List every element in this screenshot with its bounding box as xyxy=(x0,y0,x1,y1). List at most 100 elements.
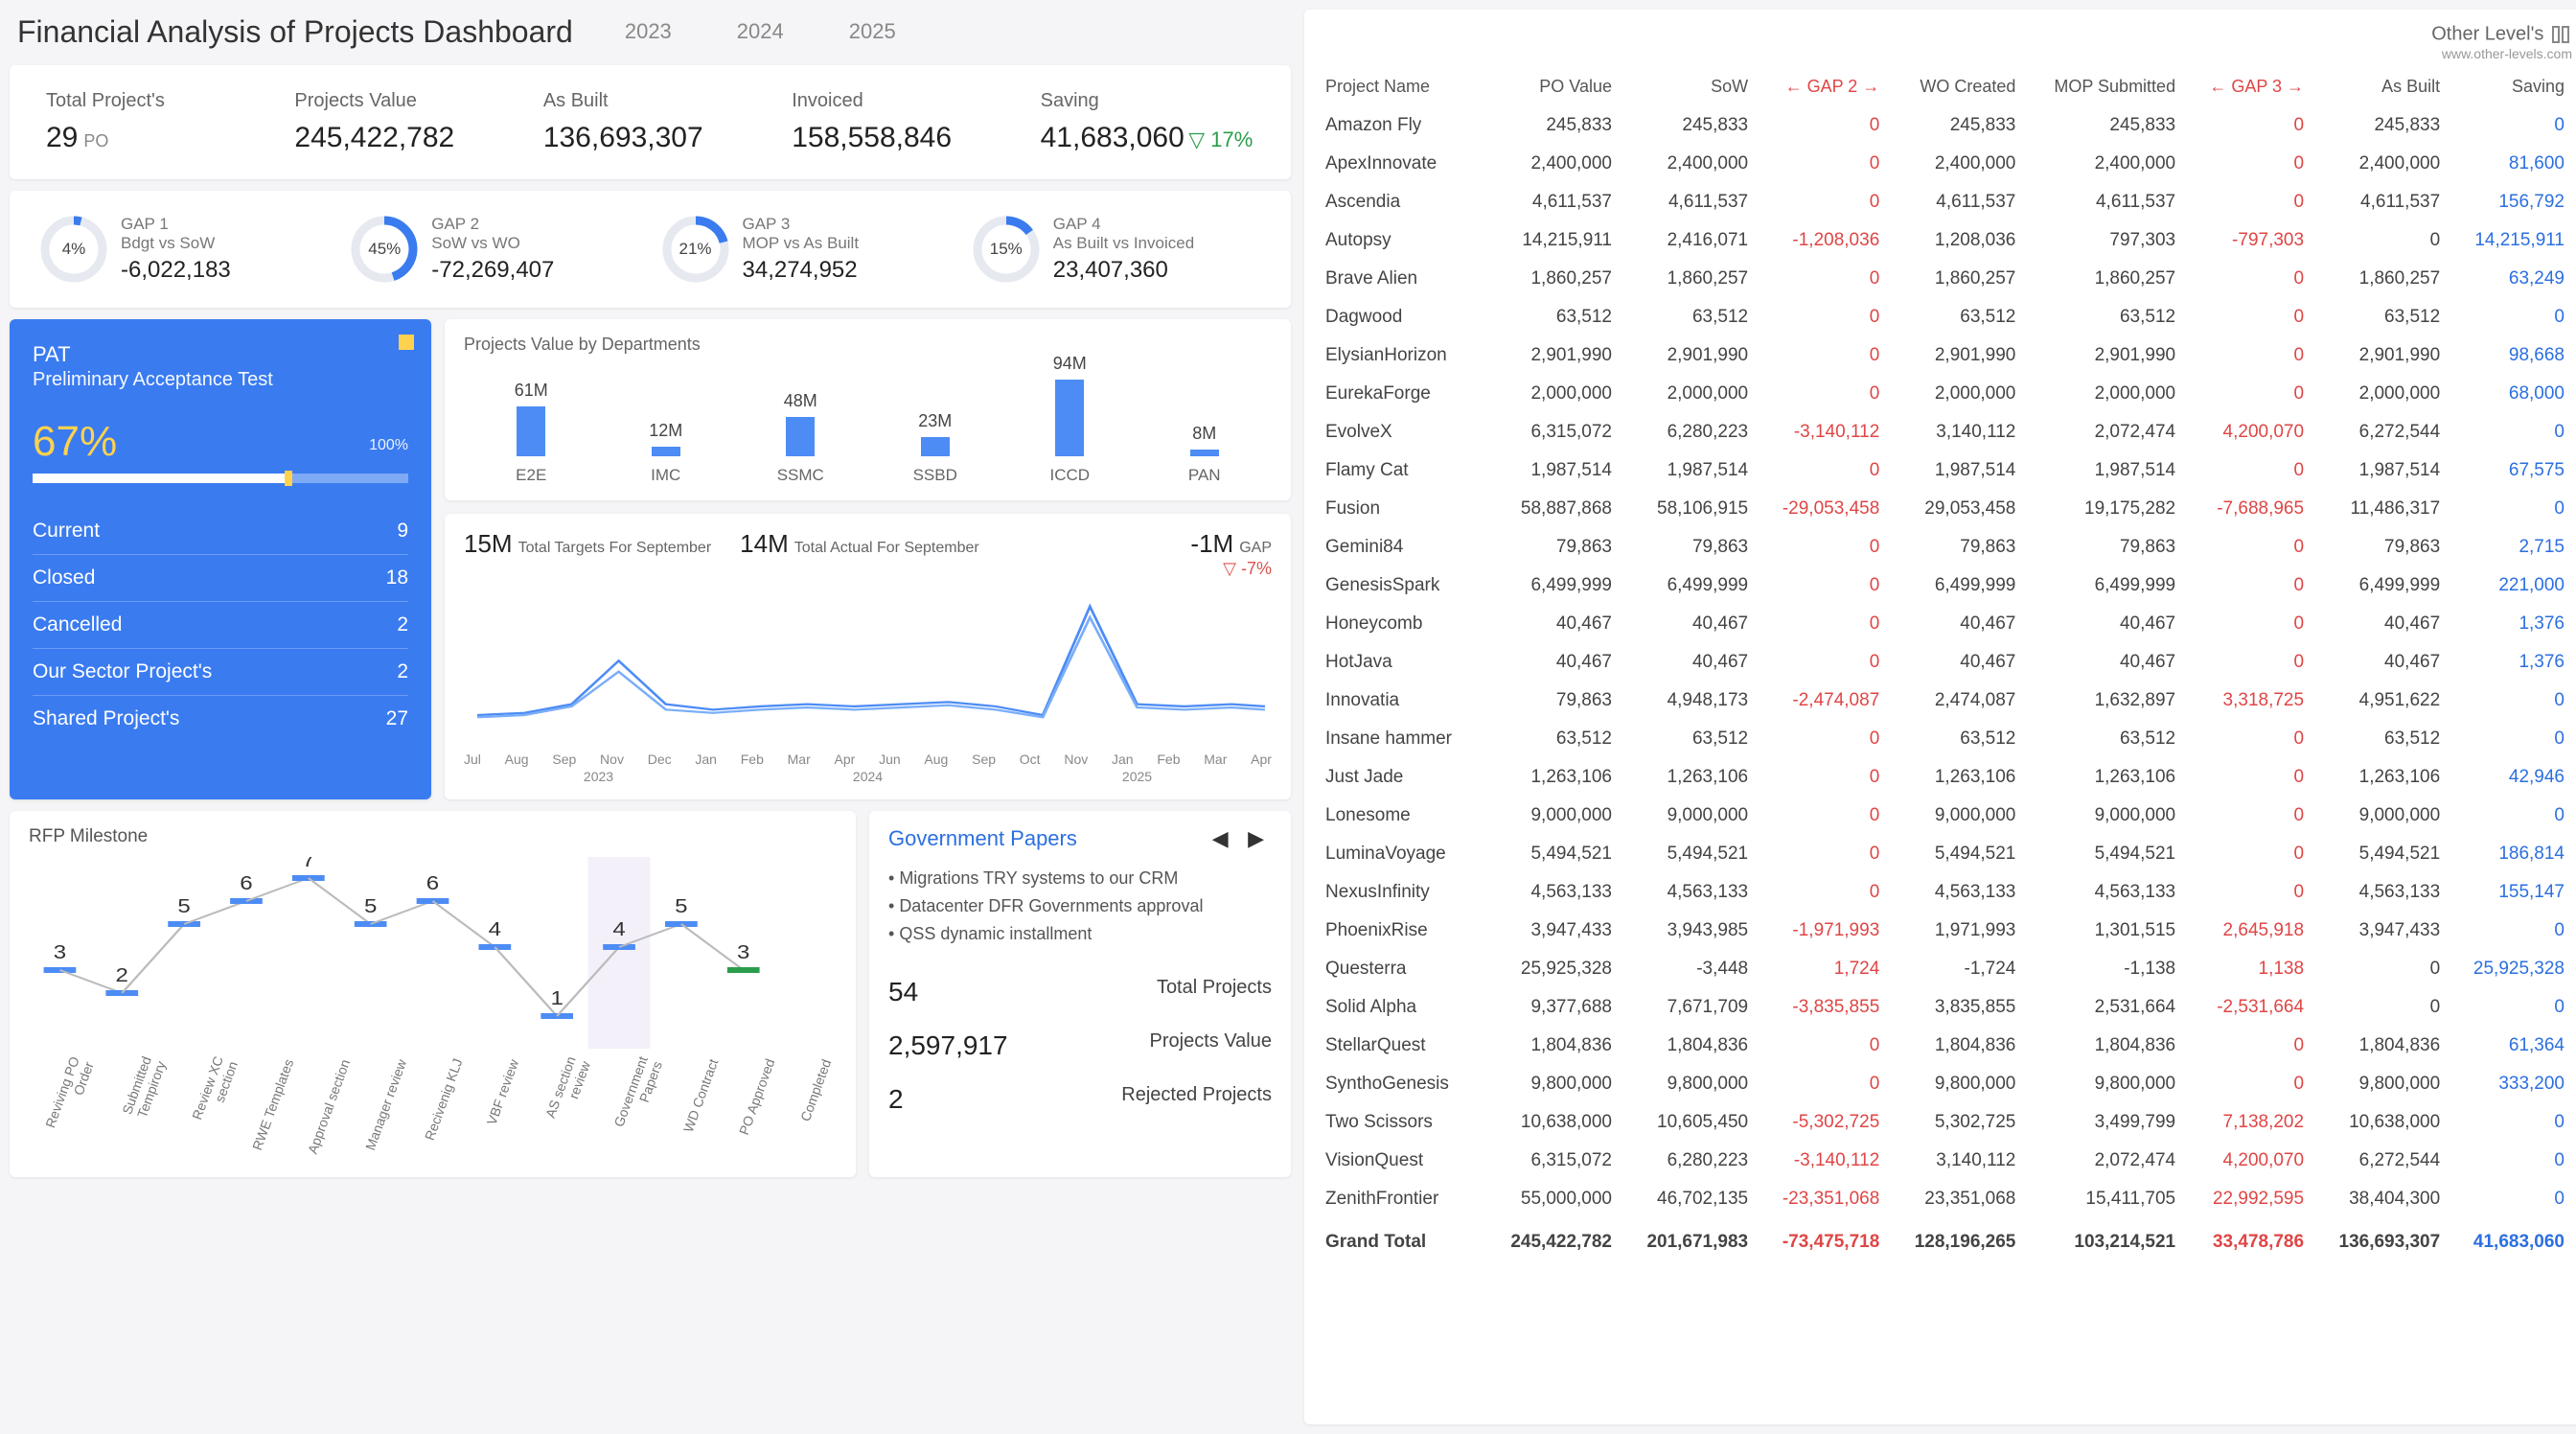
gov-item: QSS dynamic installment xyxy=(888,920,1272,948)
table-row[interactable]: SynthoGenesis9,800,0009,800,00009,800,00… xyxy=(1318,1065,2572,1103)
table-header[interactable]: As Built xyxy=(2312,67,2448,106)
table-row[interactable]: EurekaForge2,000,0002,000,00002,000,0002… xyxy=(1318,375,2572,413)
gov-title: Government Papers xyxy=(888,826,1077,851)
table-row[interactable]: NexusInfinity4,563,1334,563,13304,563,13… xyxy=(1318,873,2572,912)
table-row[interactable]: EvolveX6,315,0726,280,223-3,140,1123,140… xyxy=(1318,413,2572,451)
table-row[interactable]: VisionQuest6,315,0726,280,223-3,140,1123… xyxy=(1318,1142,2572,1180)
svg-text:3: 3 xyxy=(54,941,66,963)
dept-bar: 12MIMC xyxy=(628,421,704,485)
svg-text:5: 5 xyxy=(364,895,377,917)
table-header[interactable]: ← GAP 3 → xyxy=(2183,67,2312,106)
table-total-row: Grand Total245,422,782201,671,983-73,475… xyxy=(1318,1218,2572,1261)
pat-card: PAT Preliminary Acceptance Test 67% 100%… xyxy=(10,319,431,799)
pat-progress xyxy=(33,474,408,483)
targets-card: 15MTotal Targets For September 14MTotal … xyxy=(445,514,1291,799)
projects-table: Project NamePO ValueSoW← GAP 2 →WO Creat… xyxy=(1318,67,2572,1261)
table-row[interactable]: ZenithFrontier55,000,00046,702,135-23,35… xyxy=(1318,1180,2572,1218)
table-row[interactable]: LuminaVoyage5,494,5215,494,52105,494,521… xyxy=(1318,835,2572,873)
rfp-title: RFP Milestone xyxy=(29,826,837,847)
svg-text:4: 4 xyxy=(612,918,625,940)
table-row[interactable]: ApexInnovate2,400,0002,400,00002,400,000… xyxy=(1318,145,2572,183)
table-header[interactable]: PO Value xyxy=(1484,67,1620,106)
kpi: Invoiced 158,558,846 xyxy=(774,81,1023,164)
table-row[interactable]: PhoenixRise3,947,4333,943,985-1,971,9931… xyxy=(1318,912,2572,950)
table-row[interactable]: Ascendia4,611,5374,611,53704,611,5374,61… xyxy=(1318,183,2572,221)
kpi: As Built 136,693,307 xyxy=(526,81,774,164)
dept-bar: 23MSSBD xyxy=(897,411,974,485)
target-metric: 15MTotal Targets For September xyxy=(464,529,711,559)
table-row[interactable]: Fusion58,887,86858,106,915-29,053,45829,… xyxy=(1318,490,2572,528)
pat-row: Current9 xyxy=(33,508,408,554)
dept-bar: 94MICCD xyxy=(1031,354,1108,485)
table-header[interactable]: WO Created xyxy=(1887,67,2023,106)
table-row[interactable]: Autopsy14,215,9112,416,071-1,208,0361,20… xyxy=(1318,221,2572,260)
table-row[interactable]: Solid Alpha9,377,6887,671,709-3,835,8553… xyxy=(1318,988,2572,1027)
gap-donut: 15% GAP 4As Built vs Invoiced23,407,360 xyxy=(961,206,1272,292)
table-header[interactable]: Project Name xyxy=(1318,67,1484,106)
gap-donut: 21% GAP 3MOP vs As Built34,274,952 xyxy=(651,206,961,292)
kpi: Saving 41,683,060 ▽ 17% xyxy=(1024,81,1272,164)
dept-card: Projects Value by Departments 61ME2E 12MI… xyxy=(445,319,1291,500)
table-row[interactable]: Innovatia79,8634,948,173-2,474,0872,474,… xyxy=(1318,682,2572,720)
table-row[interactable]: HotJava40,46740,467040,46740,467040,4671… xyxy=(1318,643,2572,682)
gap-row: 4% GAP 1Bdgt vs SoW-6,022,183 45% GAP 2S… xyxy=(10,191,1291,308)
table-header[interactable]: MOP Submitted xyxy=(2023,67,2183,106)
pat-row: Shared Project's27 xyxy=(33,695,408,742)
dept-title: Projects Value by Departments xyxy=(464,335,1272,355)
gov-card: Government Papers ◀ ▶ Migrations TRY sys… xyxy=(869,811,1291,1177)
table-row[interactable]: GenesisSpark6,499,9996,499,99906,499,999… xyxy=(1318,567,2572,605)
gov-prev-icon[interactable]: ◀ xyxy=(1205,826,1236,850)
gov-next-icon[interactable]: ▶ xyxy=(1240,826,1272,850)
table-header[interactable]: Saving xyxy=(2448,67,2572,106)
pat-marker-icon xyxy=(399,335,414,350)
gov-list: Migrations TRY systems to our CRMDatacen… xyxy=(888,865,1272,965)
kpi-row: Total Project's 29PO Projects Value 245,… xyxy=(10,65,1291,179)
svg-text:7: 7 xyxy=(302,857,314,871)
pat-title: PAT xyxy=(33,342,408,367)
svg-text:1: 1 xyxy=(550,987,563,1009)
table-header[interactable]: ← GAP 2 → xyxy=(1756,67,1887,106)
gov-stat: 2,597,917Projects Value xyxy=(888,1019,1272,1073)
gap-donut: 45% GAP 2SoW vs WO-72,269,407 xyxy=(339,206,650,292)
year-2024[interactable]: 2024 xyxy=(724,13,797,50)
dept-bar: 61ME2E xyxy=(493,381,569,485)
gap-donut: 4% GAP 1Bdgt vs SoW-6,022,183 xyxy=(29,206,339,292)
table-row[interactable]: Questerra25,925,328-3,4481,724-1,724-1,1… xyxy=(1318,950,2572,988)
table-row[interactable]: Lonesome9,000,0009,000,00009,000,0009,00… xyxy=(1318,797,2572,835)
table-row[interactable]: Insane hammer63,51263,512063,51263,51206… xyxy=(1318,720,2572,758)
svg-text:5: 5 xyxy=(675,895,687,917)
table-row[interactable]: Amazon Fly245,833245,8330245,833245,8330… xyxy=(1318,106,2572,145)
year-2025[interactable]: 2025 xyxy=(836,13,909,50)
rfp-card: RFP Milestone 325675641453 Reviving PO O… xyxy=(10,811,856,1177)
page-title: Financial Analysis of Projects Dashboard xyxy=(17,14,573,50)
svg-text:5: 5 xyxy=(177,895,190,917)
table-row[interactable]: Gemini8479,86379,863079,86379,863079,863… xyxy=(1318,528,2572,567)
pat-max: 100% xyxy=(369,437,408,454)
gov-item: Migrations TRY systems to our CRM xyxy=(888,865,1272,892)
targets-line-chart xyxy=(464,585,1272,748)
pat-subtitle: Preliminary Acceptance Test xyxy=(33,369,408,391)
gap-metric: -1MGAP ▽ -7% xyxy=(1190,529,1272,579)
svg-text:3: 3 xyxy=(737,941,749,963)
table-row[interactable]: Honeycomb40,46740,467040,46740,467040,46… xyxy=(1318,605,2572,643)
gov-item: Datacenter DFR Governments approval xyxy=(888,892,1272,920)
projects-table-card: Other Level's www.other-levels.com Proje… xyxy=(1304,10,2576,1424)
table-row[interactable]: Two Scissors10,638,00010,605,450-5,302,7… xyxy=(1318,1103,2572,1142)
table-row[interactable]: Dagwood63,51263,512063,51263,512063,5120 xyxy=(1318,298,2572,336)
pat-percent: 67% xyxy=(33,418,117,465)
table-row[interactable]: Flamy Cat1,987,5141,987,51401,987,5141,9… xyxy=(1318,451,2572,490)
actual-metric: 14MTotal Actual For September xyxy=(740,529,979,559)
dept-bar: 8MPAN xyxy=(1166,424,1243,485)
table-row[interactable]: Just Jade1,263,1061,263,10601,263,1061,2… xyxy=(1318,758,2572,797)
table-row[interactable]: StellarQuest1,804,8361,804,83601,804,836… xyxy=(1318,1027,2572,1065)
brand: Other Level's www.other-levels.com xyxy=(2431,23,2572,61)
table-header[interactable]: SoW xyxy=(1620,67,1756,106)
gov-stat: 54Total Projects xyxy=(888,965,1272,1019)
year-2023[interactable]: 2023 xyxy=(611,13,685,50)
pat-row: Our Sector Project's2 xyxy=(33,648,408,695)
svg-text:2: 2 xyxy=(116,964,128,986)
table-row[interactable]: ElysianHorizon2,901,9902,901,99002,901,9… xyxy=(1318,336,2572,375)
svg-text:4: 4 xyxy=(489,918,501,940)
table-row[interactable]: Brave Alien1,860,2571,860,25701,860,2571… xyxy=(1318,260,2572,298)
header: Financial Analysis of Projects Dashboard… xyxy=(10,10,1291,54)
